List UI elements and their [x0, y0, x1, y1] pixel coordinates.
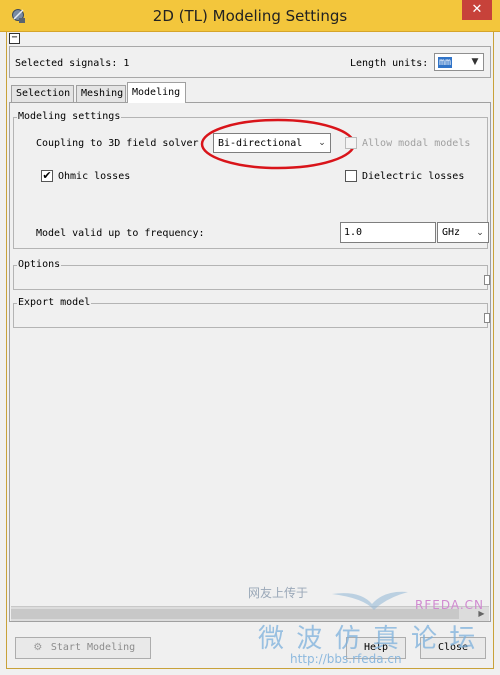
- modeling-settings-title: Modeling settings: [17, 111, 122, 122]
- length-units-value: mm: [438, 57, 453, 68]
- scroll-right-icon[interactable]: ▶: [474, 607, 489, 621]
- collapse-toggle-icon[interactable]: −: [9, 33, 20, 44]
- chevron-down-icon: ▼: [471, 57, 479, 67]
- close-button[interactable]: Close: [420, 637, 486, 659]
- scrollbar-thumb[interactable]: [11, 609, 459, 619]
- dielectric-losses-label: Dielectric losses: [362, 171, 465, 182]
- tab-label: Meshing: [81, 88, 124, 99]
- options-title: Options: [17, 259, 62, 270]
- tab-label: Modeling: [132, 87, 181, 98]
- expand-arrow-icon[interactable]: [484, 275, 490, 285]
- ohmic-losses-label: Ohmic losses: [58, 171, 131, 182]
- tab-meshing[interactable]: Meshing: [76, 85, 126, 102]
- coupling-label: Coupling to 3D field solver: [36, 138, 199, 149]
- options-group: [13, 265, 488, 290]
- ohmic-losses-checkbox[interactable]: ✔: [41, 170, 53, 182]
- start-modeling-label: Start Modeling: [50, 642, 136, 653]
- length-units-select[interactable]: mm ▼: [434, 53, 484, 71]
- chevron-down-icon: ⌄: [476, 228, 484, 238]
- close-label: Close: [437, 642, 469, 653]
- highlight-ellipse-annotation: [200, 118, 356, 170]
- horizontal-scrollbar[interactable]: ▶: [11, 606, 489, 621]
- close-window-button[interactable]: ✕: [462, 0, 492, 20]
- tab-label: Selection: [16, 88, 71, 99]
- title-bar[interactable]: 2D (TL) Modeling Settings ✕: [0, 0, 500, 32]
- help-label: Help: [363, 642, 389, 653]
- checkmark-icon: ✔: [42, 169, 52, 182]
- frequency-label: Model valid up to frequency:: [36, 228, 205, 239]
- selected-signals-text: Selected signals: 1: [15, 58, 130, 69]
- frequency-value: 1.0: [344, 227, 363, 238]
- allow-modal-models-label: Allow modal models: [362, 138, 471, 149]
- tab-selection[interactable]: Selection: [11, 85, 74, 102]
- frequency-unit-select[interactable]: GHz ⌄: [437, 222, 489, 243]
- tab-modeling[interactable]: Modeling: [127, 82, 186, 103]
- help-button[interactable]: Help: [346, 637, 406, 659]
- dielectric-losses-checkbox[interactable]: [345, 170, 357, 182]
- gear-icon: ⚙: [33, 642, 43, 653]
- export-model-title: Export model: [17, 297, 92, 308]
- allow-modal-models-checkbox[interactable]: [345, 137, 357, 149]
- expand-arrow-icon[interactable]: [484, 313, 490, 323]
- length-units-label: Length units:: [350, 58, 429, 69]
- frequency-unit-value: GHz: [442, 227, 461, 238]
- frequency-input[interactable]: 1.0: [340, 222, 436, 243]
- window-title: 2D (TL) Modeling Settings: [152, 7, 348, 25]
- start-modeling-button[interactable]: ⚙ Start Modeling: [15, 637, 151, 659]
